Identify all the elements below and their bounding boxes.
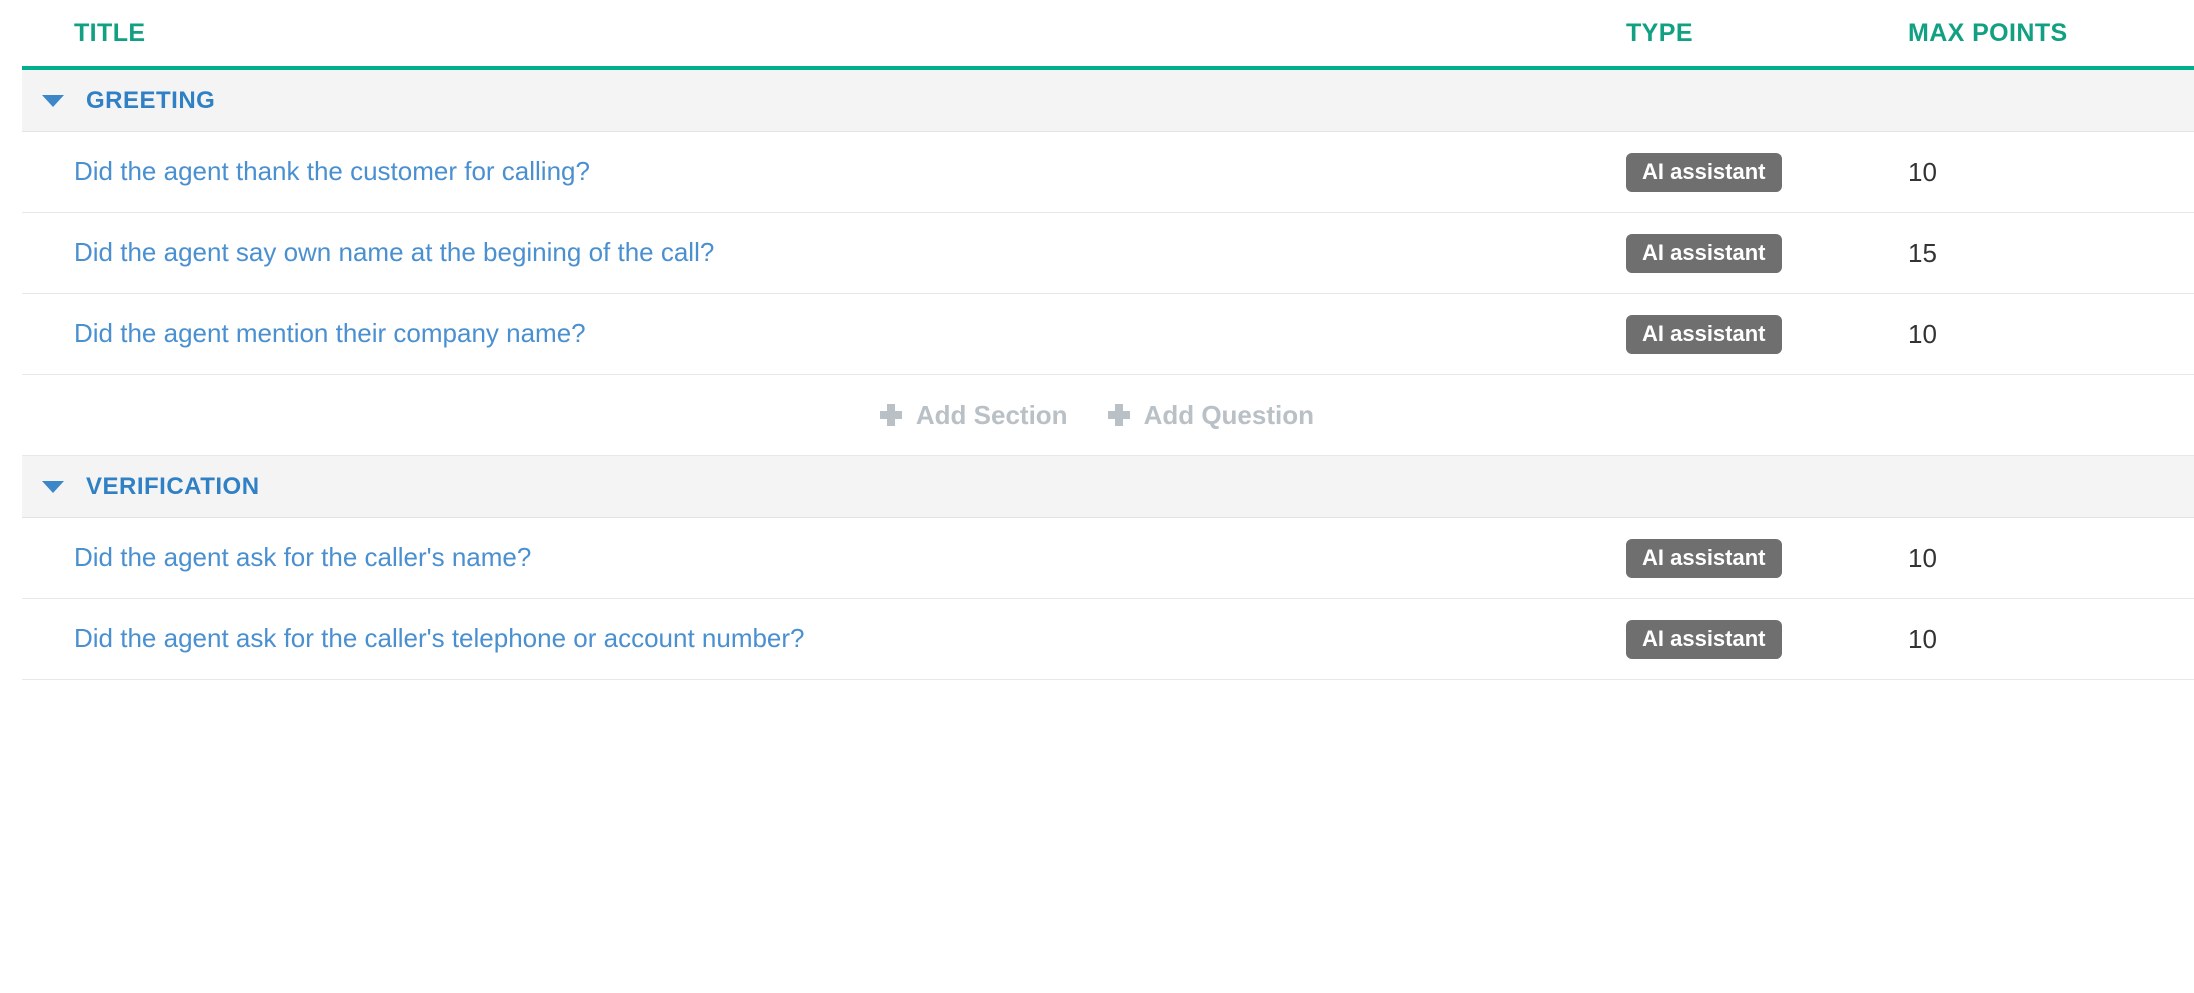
question-max-points: 10 xyxy=(1908,623,1937,654)
caret-down-icon[interactable] xyxy=(42,480,64,493)
question-type-cell: AI assistant xyxy=(1626,233,1908,273)
question-type-cell: AI assistant xyxy=(1626,314,1908,354)
scorecard-questions-table: TITLE TYPE MAX POINTS GREETING Did the a… xyxy=(22,0,2194,680)
table-header-row: TITLE TYPE MAX POINTS xyxy=(22,0,2194,70)
status-badge: AI assistant xyxy=(1626,152,1782,192)
add-question-label: Add Question xyxy=(1143,399,1314,430)
column-header-max-points: MAX POINTS xyxy=(1908,18,2068,47)
status-badge: AI assistant xyxy=(1626,233,1782,273)
table-row[interactable]: Did the agent mention their company name… xyxy=(22,294,2194,375)
question-title-link[interactable]: Did the agent ask for the caller's telep… xyxy=(22,623,1626,654)
section-header-greeting[interactable]: GREETING xyxy=(22,70,2194,132)
caret-down-icon[interactable] xyxy=(42,94,64,107)
question-title-link[interactable]: Did the agent ask for the caller's name? xyxy=(22,542,1626,573)
question-title-link[interactable]: Did the agent thank the customer for cal… xyxy=(22,156,1626,187)
status-badge: AI assistant xyxy=(1626,619,1782,659)
column-header-type: TYPE xyxy=(1626,18,1693,47)
question-type-cell: AI assistant xyxy=(1626,538,1908,578)
question-max-points: 15 xyxy=(1908,237,1937,268)
section-title: GREETING xyxy=(86,86,216,114)
question-type-cell: AI assistant xyxy=(1626,619,1908,659)
status-badge: AI assistant xyxy=(1626,314,1782,354)
status-badge: AI assistant xyxy=(1626,538,1782,578)
section-title: VERIFICATION xyxy=(86,472,260,500)
question-type-cell: AI assistant xyxy=(1626,152,1908,192)
column-header-title: TITLE xyxy=(74,18,146,47)
add-actions-row: Add Section Add Question xyxy=(22,375,2194,456)
question-max-points: 10 xyxy=(1908,542,1937,573)
question-max-points: 10 xyxy=(1908,156,1937,187)
scorecard-page: TITLE TYPE MAX POINTS GREETING Did the a… xyxy=(0,0,2194,993)
add-section-button[interactable]: Add Section xyxy=(879,399,1068,431)
question-max-points: 10 xyxy=(1908,318,1937,349)
add-question-button[interactable]: Add Question xyxy=(1107,399,1314,431)
table-row[interactable]: Did the agent say own name at the begini… xyxy=(22,213,2194,294)
section-header-verification[interactable]: VERIFICATION xyxy=(22,456,2194,518)
table-row[interactable]: Did the agent thank the customer for cal… xyxy=(22,132,2194,213)
add-section-label: Add Section xyxy=(915,399,1068,430)
table-row[interactable]: Did the agent ask for the caller's telep… xyxy=(22,599,2194,680)
plus-icon xyxy=(1107,404,1130,426)
question-title-link[interactable]: Did the agent say own name at the begini… xyxy=(22,237,1626,268)
plus-icon xyxy=(879,404,902,426)
table-row[interactable]: Did the agent ask for the caller's name?… xyxy=(22,518,2194,599)
question-title-link[interactable]: Did the agent mention their company name… xyxy=(22,318,1626,349)
